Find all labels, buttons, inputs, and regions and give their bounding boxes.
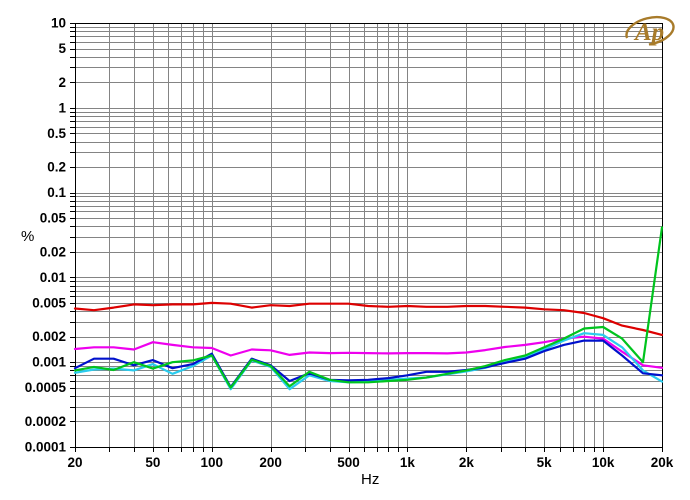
grid xyxy=(75,23,663,448)
svg-text:1: 1 xyxy=(58,100,66,115)
svg-text:10k: 10k xyxy=(592,455,615,470)
svg-text:0.02: 0.02 xyxy=(40,244,66,259)
svg-text:2k: 2k xyxy=(459,455,475,470)
svg-text:10: 10 xyxy=(51,16,66,31)
thd-chart-svg: 10 5 2 1 0.5 0.2 0.1 0.05 0.02 0.01 0.005 0.002 0.00… xyxy=(25,16,674,471)
svg-text:0.5: 0.5 xyxy=(47,126,66,141)
svg-text:100: 100 xyxy=(200,455,223,470)
svg-text:0.1: 0.1 xyxy=(47,185,66,200)
plot-frame xyxy=(74,22,664,449)
y-axis-unit-label: % xyxy=(21,228,35,245)
x-axis-unit-label: Hz xyxy=(361,471,380,488)
thd-vs-frequency-plot: 10 5 2 1 0.5 0.2 0.1 0.05 0.02 0.01 0.005 0.002 0.00… xyxy=(0,0,690,500)
svg-text:1k: 1k xyxy=(400,455,416,470)
svg-text:5: 5 xyxy=(58,41,66,56)
svg-text:0.0001: 0.0001 xyxy=(25,440,67,455)
svg-text:0.005: 0.005 xyxy=(32,295,66,310)
svg-text:0.002: 0.002 xyxy=(32,329,66,344)
svg-text:500: 500 xyxy=(337,455,360,470)
svg-text:0.0005: 0.0005 xyxy=(25,380,67,395)
svg-text:0.01: 0.01 xyxy=(40,270,67,285)
svg-text:0.0002: 0.0002 xyxy=(25,414,66,429)
logo-text: Ap xyxy=(633,19,664,46)
svg-text:0.2: 0.2 xyxy=(47,160,66,175)
svg-text:50: 50 xyxy=(145,455,160,470)
svg-text:2: 2 xyxy=(58,75,66,90)
svg-text:200: 200 xyxy=(259,455,282,470)
audio-precision-logo: Ap xyxy=(625,15,675,47)
svg-text:20k: 20k xyxy=(651,455,674,470)
svg-text:0.001: 0.001 xyxy=(32,355,66,370)
svg-text:5k: 5k xyxy=(537,455,553,470)
svg-text:0.05: 0.05 xyxy=(40,211,67,226)
svg-text:20: 20 xyxy=(67,455,82,470)
